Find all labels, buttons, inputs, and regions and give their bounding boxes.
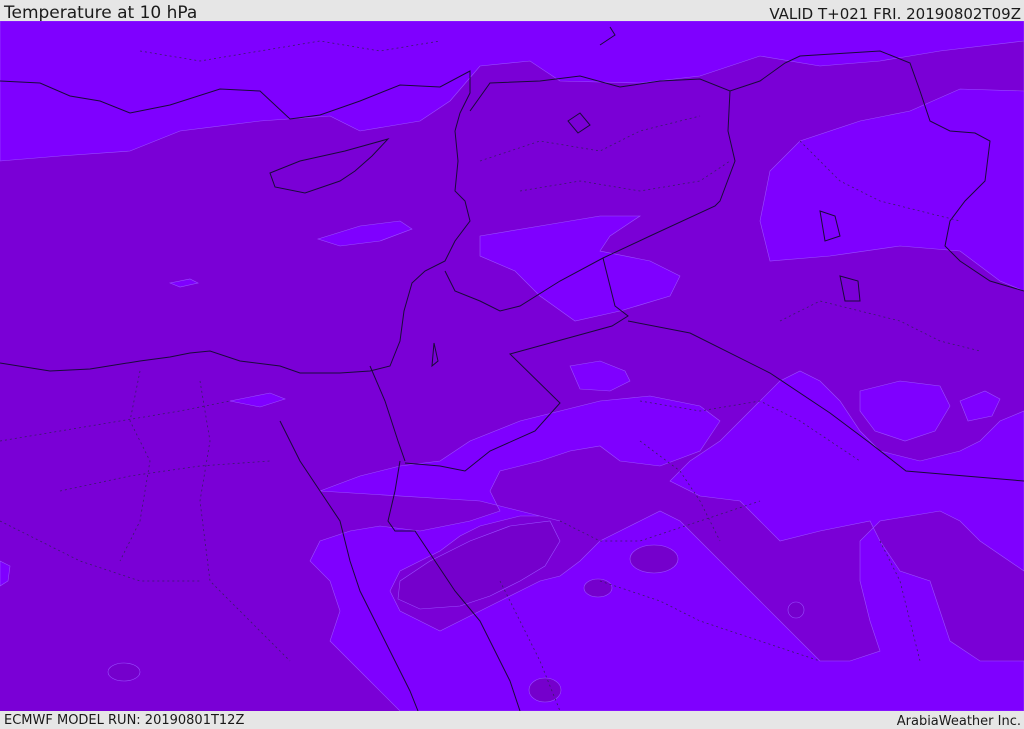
map-title: Temperature at 10 hPa	[4, 3, 198, 23]
dark-pocket-2	[583, 578, 613, 598]
credit-label: ArabiaWeather Inc.	[896, 714, 1021, 729]
model-run-label: ECMWF MODEL RUN: 20190801T12Z	[4, 713, 245, 728]
dark-pocket-5	[787, 601, 805, 619]
dark-pocket-3	[629, 544, 679, 574]
dark-pocket-4	[528, 677, 562, 703]
temperature-map	[0, 21, 1024, 711]
valid-time: VALID T+021 FRI. 20190802T09Z	[769, 5, 1021, 23]
dark-pocket-1	[107, 662, 141, 682]
